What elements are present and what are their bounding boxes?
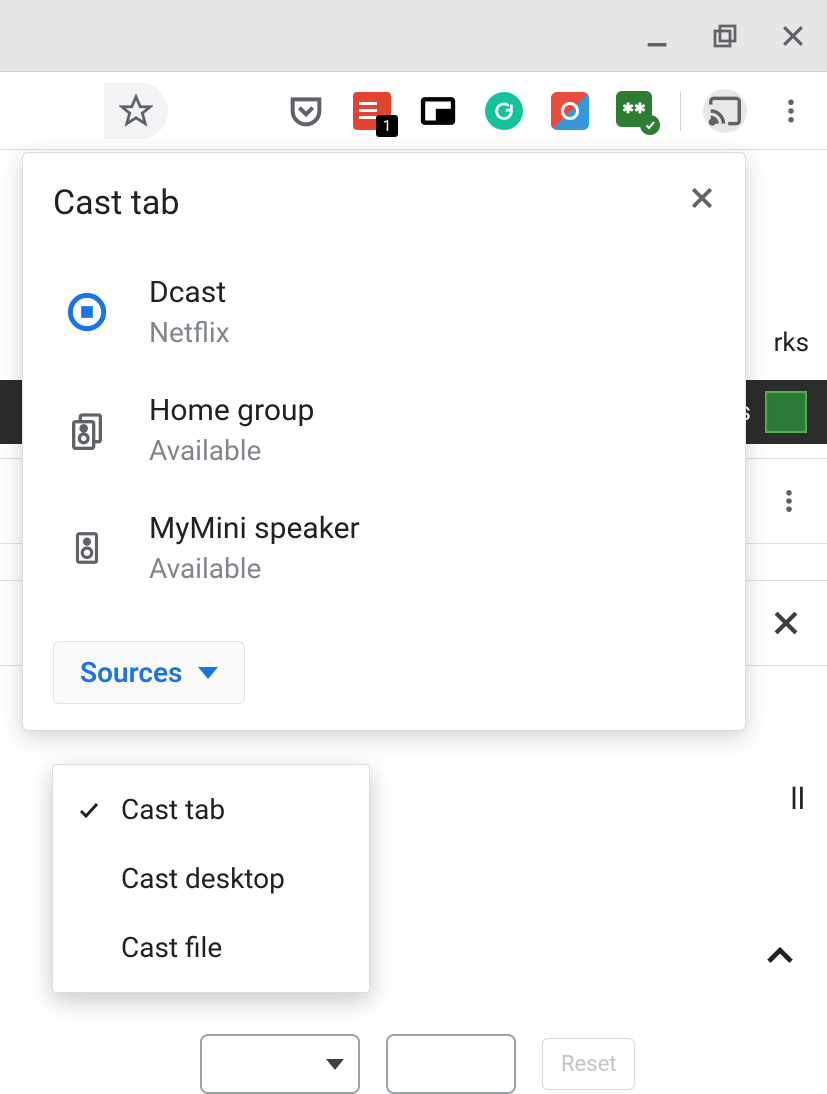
device-status: Netflix [149, 316, 230, 349]
window-minimize-button[interactable] [641, 20, 673, 52]
extension-pocket-icon[interactable] [284, 89, 328, 133]
extension-grammarly-icon[interactable] [482, 89, 526, 133]
cast-button[interactable] [703, 89, 747, 133]
browser-menu-button[interactable] [769, 89, 813, 133]
sources-menu-item-cast-tab[interactable]: Cast tab [53, 775, 369, 844]
window-titlebar [0, 0, 827, 72]
speaker-icon [65, 526, 109, 570]
dropdown[interactable] [200, 1034, 360, 1094]
chevron-up-icon[interactable] [761, 936, 799, 974]
device-status: Available [149, 434, 314, 467]
caret-down-icon [326, 1059, 344, 1070]
device-name: MyMini speaker [149, 511, 360, 546]
browser-toolbar: 1 ✱✱ [0, 72, 827, 150]
speaker-group-icon [65, 408, 109, 452]
sources-label: Sources [80, 656, 182, 689]
menu-item-label: Cast tab [121, 793, 225, 826]
stop-casting-icon [65, 290, 109, 334]
close-icon[interactable] [769, 606, 803, 640]
menu-item-label: Cast desktop [121, 862, 285, 895]
menu-item-label: Cast file [121, 931, 222, 964]
caret-down-icon [198, 667, 218, 679]
reset-button[interactable]: Reset [542, 1038, 635, 1090]
badge: 1 [376, 115, 398, 137]
text-fragment: ll [790, 782, 805, 817]
omnibox-tail[interactable] [104, 83, 168, 139]
cast-sources-button[interactable]: Sources [53, 641, 245, 704]
sources-menu-item-cast-desktop[interactable]: Cast desktop [53, 844, 369, 913]
more-vert-icon[interactable] [775, 487, 803, 515]
extension-todoist-icon[interactable]: 1 [350, 89, 394, 133]
page-controls: Reset [200, 1034, 807, 1094]
check-icon [75, 798, 103, 822]
bookmarks-fragment: rks [774, 328, 809, 358]
device-status: Available [149, 552, 360, 585]
toolbar-divider [680, 91, 681, 131]
window-maximize-button[interactable] [709, 20, 741, 52]
sources-menu-item-cast-file[interactable]: Cast file [53, 913, 369, 982]
cast-popup-title: Cast tab [53, 183, 179, 223]
cast-popup: Cast tab Dcast Netflix [22, 152, 746, 731]
text-input[interactable] [386, 1034, 516, 1094]
cast-device-home-group[interactable]: Home group Available [23, 371, 745, 489]
cast-popup-close-button[interactable] [687, 183, 717, 213]
window-close-button[interactable] [777, 20, 809, 52]
device-name: Dcast [149, 275, 230, 310]
extension-pass-icon[interactable]: ✱✱ [614, 89, 658, 133]
device-name: Home group [149, 393, 314, 428]
extension-pip-icon[interactable] [416, 89, 460, 133]
cast-sources-menu: Cast tab Cast desktop Cast file [52, 764, 370, 993]
avatar[interactable] [765, 391, 807, 433]
extension-camera-icon[interactable] [548, 89, 592, 133]
cast-device-mymini-speaker[interactable]: MyMini speaker Available [23, 489, 745, 607]
cast-device-list: Dcast Netflix Home group Available [23, 233, 745, 617]
cast-device-dcast[interactable]: Dcast Netflix [23, 253, 745, 371]
